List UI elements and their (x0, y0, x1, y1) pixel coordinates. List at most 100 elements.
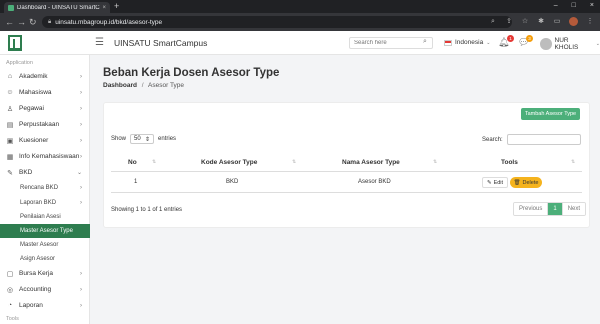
reload-icon[interactable]: ↻ (29, 15, 37, 29)
table-search-control: Search: (482, 134, 581, 145)
app-header: ☰ UINSATU SmartCampus ⌕ Indonesia ⌄ 🔔︎ 1… (0, 31, 600, 55)
chevron-right-icon: › (80, 286, 82, 293)
table-info: Showing 1 to 1 of 1 entries (111, 207, 183, 213)
chevron-updown-icon: ⇕ (144, 136, 151, 143)
sort-icon[interactable]: ⇅ (152, 159, 156, 165)
pagination-next[interactable]: Next (562, 203, 586, 215)
table-search-input[interactable] (506, 134, 581, 145)
close-window-button[interactable]: × (590, 0, 594, 12)
chevron-right-icon: › (80, 137, 82, 144)
bookmark-star-icon[interactable]: ☆ (521, 18, 529, 26)
sidebar-subitem-master-asesor[interactable]: Master Asesor (0, 238, 90, 252)
language-selector[interactable]: Indonesia ⌄ (444, 39, 490, 46)
sidebar-item-laporan[interactable]: ◔ Laporan › (0, 298, 90, 313)
share-icon[interactable]: ⇪ (505, 18, 513, 26)
users-icon: ☺ (6, 89, 14, 96)
sidebar-toggle-icon[interactable]: ▭ (553, 18, 561, 26)
search-icon[interactable]: ⌕ (423, 38, 427, 46)
sidebar-subitem-rencana-bkd[interactable]: Rencana BKD › (0, 181, 90, 195)
sidebar-subitem-asign-asesor[interactable]: Asign Asesor (0, 252, 90, 266)
edit-button[interactable]: ✎ Edit (482, 177, 508, 188)
browser-address-bar: ← → ↻ 🔒︎ uinsatu.mbagroup.id/bkd/asesor-… (0, 13, 600, 31)
sort-icon[interactable]: ⇅ (571, 159, 575, 165)
sidebar: Application ⌂ Akademik › ☺ Mahasiswa › ♙… (0, 55, 90, 324)
column-header-kode[interactable]: Kode Asesor Type (201, 159, 257, 166)
sort-icon[interactable]: ⇅ (292, 159, 296, 165)
sidebar-section-tools: Tools (6, 316, 19, 322)
chevron-right-icon: › (80, 153, 82, 160)
user-menu[interactable]: NUR KHOLIS ⌄ (540, 37, 600, 51)
lock-icon: 🔒︎ (48, 18, 52, 25)
sidebar-item-pegawai[interactable]: ♙ Pegawai › (0, 101, 90, 116)
window-controls: – □ × (554, 0, 594, 12)
column-header-no[interactable]: No (128, 159, 137, 166)
url-text: uinsatu.mbagroup.id/bkd/asesor-type (55, 18, 163, 26)
column-header-tools[interactable]: Tools (501, 159, 518, 166)
flag-icon (444, 39, 452, 46)
new-tab-button[interactable]: + (114, 1, 119, 12)
sidebar-item-bursa-kerja[interactable]: ▢ Bursa Kerja › (0, 266, 90, 281)
chevron-down-icon: ⌄ (486, 39, 491, 46)
sort-icon[interactable]: ⇅ (433, 159, 437, 165)
chevron-down-icon: ⌄ (76, 170, 82, 176)
zoom-icon[interactable]: ⌕ (489, 18, 497, 26)
briefcase-icon: ▢ (6, 270, 14, 278)
breadcrumb-dashboard[interactable]: Dashboard (103, 82, 137, 89)
browser-menu-icon[interactable]: ⋮ (586, 18, 594, 26)
report-icon: ◔ (7, 302, 13, 309)
cell-no: 1 (134, 179, 138, 185)
chevron-right-icon: › (80, 270, 82, 277)
entries-label: entries (158, 136, 177, 142)
back-icon[interactable]: ← (5, 15, 14, 29)
minimize-button[interactable]: – (554, 0, 558, 12)
menu-toggle-icon[interactable]: ☰ (95, 37, 104, 49)
user-name: NUR KHOLIS (554, 37, 579, 51)
forward-icon[interactable]: → (17, 15, 26, 29)
sidebar-item-akademik[interactable]: ⌂ Akademik › (0, 69, 90, 84)
sidebar-subitem-penilaian-asesi[interactable]: Penilaian Asesi (0, 210, 90, 224)
entries-per-page-select[interactable]: 50 ⇕ (130, 134, 155, 144)
chevron-right-icon: › (80, 73, 82, 80)
sidebar-item-mahasiswa[interactable]: ☺ Mahasiswa › (0, 85, 90, 100)
bkd-icon: ✎ (7, 169, 13, 177)
url-field[interactable]: 🔒︎ uinsatu.mbagroup.id/bkd/asesor-type (42, 16, 512, 28)
breadcrumb-separator: / (141, 82, 144, 89)
table-row: 1 BKD Asesor BKD ✎ Edit 🗑︎ Delete (111, 173, 582, 193)
header-search-input[interactable] (349, 37, 433, 49)
pagination: Previous 1 Next (513, 202, 587, 216)
info-icon: ▦ (6, 153, 14, 161)
sidebar-item-bkd[interactable]: ✎ BKD ⌄ (0, 165, 90, 180)
questionnaire-icon: ▣ (6, 137, 14, 145)
sidebar-item-info-kemahasiswaan[interactable]: ▦ Info Kemahasiswaan › (0, 149, 90, 164)
chevron-right-icon: › (80, 185, 82, 191)
library-icon: ▤ (6, 121, 14, 129)
pagination-previous[interactable]: Previous (514, 203, 549, 215)
page-title: Beban Kerja Dosen Asesor Type (103, 67, 280, 79)
cell-kode: BKD (226, 179, 239, 185)
show-label: Show (111, 136, 127, 142)
breadcrumb: Dashboard / Asesor Type (103, 82, 184, 89)
chevron-right-icon: › (80, 121, 82, 128)
app-title: UINSATU SmartCampus (114, 38, 208, 48)
sidebar-subitem-laporan-bkd[interactable]: Laporan BKD › (0, 196, 90, 210)
delete-button[interactable]: 🗑︎ Delete (510, 177, 542, 188)
browser-tab[interactable]: Dashboard - UINSATU SmartCam... × (4, 2, 110, 13)
trash-icon: 🗑︎ (513, 179, 521, 186)
notification-badge: 1 (507, 35, 514, 42)
pagination-page-1[interactable]: 1 (548, 203, 563, 215)
accounting-icon: ◎ (6, 286, 14, 294)
chevron-down-icon: ⌄ (595, 41, 600, 47)
column-header-nama[interactable]: Nama Asesor Type (342, 159, 400, 166)
sidebar-item-kuesioner[interactable]: ▣ Kuesioner › (0, 133, 90, 148)
sidebar-item-perpustakaan[interactable]: ▤ Perpustakaan › (0, 117, 90, 132)
add-asesor-type-button[interactable]: Tambah Asesor Type (521, 108, 580, 120)
campus-logo[interactable] (8, 35, 22, 51)
sidebar-subitem-master-asesor-type[interactable]: Master Asesor Type (0, 224, 90, 238)
pencil-icon: ✎ (486, 179, 492, 186)
sidebar-item-accounting[interactable]: ◎ Accounting › (0, 282, 90, 297)
extension-icon[interactable]: ✱ (537, 18, 545, 26)
profile-avatar[interactable] (569, 17, 578, 26)
tab-close-icon[interactable]: × (102, 5, 106, 11)
chevron-right-icon: › (80, 200, 82, 206)
maximize-button[interactable]: □ (572, 0, 576, 12)
